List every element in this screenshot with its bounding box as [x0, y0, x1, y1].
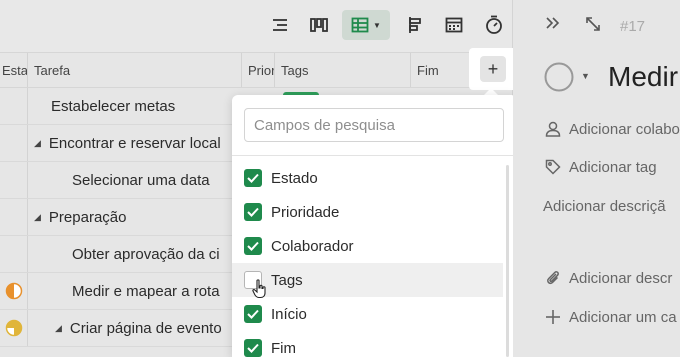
option-label: Fim — [271, 339, 296, 357]
calendar-view-icon[interactable] — [442, 10, 466, 40]
task-name: Criar página de evento — [69, 319, 222, 337]
option-label: Tags — [271, 271, 303, 289]
timer-icon[interactable] — [482, 10, 506, 40]
status-cell[interactable] — [0, 273, 28, 309]
add-description-field[interactable]: Adicionar descriçã — [543, 195, 666, 217]
column-header-tags[interactable]: Tags — [275, 53, 411, 87]
task-detail-pane: #17 ▼ Medir Adicionar colabo Adicionar t… — [513, 0, 680, 357]
dropdown-scrollbar[interactable] — [506, 165, 509, 357]
option-label: Colaborador — [271, 237, 354, 255]
task-title[interactable]: Medir — [608, 61, 678, 93]
checkbox-checked[interactable] — [244, 339, 262, 357]
option-colaborador[interactable]: Colaborador — [232, 229, 503, 263]
checkbox-checked[interactable] — [244, 237, 262, 255]
task-name: Medir e mapear a rota — [72, 282, 220, 300]
plus-icon: + — [480, 56, 506, 82]
column-header-task[interactable]: Tarefa — [28, 53, 242, 87]
dropdown-pointer — [484, 88, 498, 95]
add-attachment-button[interactable]: Adicionar descr — [543, 267, 672, 289]
status-three-quarter-icon[interactable] — [5, 319, 23, 337]
status-cell[interactable] — [0, 199, 28, 235]
collapse-caret-icon[interactable]: ◢ — [55, 323, 62, 334]
field-search-input[interactable] — [244, 108, 504, 142]
table-header: Esta Tarefa Prior Tags Fim — [0, 52, 512, 88]
divider — [232, 155, 517, 156]
status-circle-icon[interactable] — [544, 62, 574, 97]
collapse-caret-icon[interactable]: ◢ — [34, 212, 41, 223]
task-id: #17 — [620, 18, 646, 35]
column-picker-dropdown: Estado Prioridade Colaborador Tags Iníci… — [232, 95, 517, 357]
gantt-view-icon[interactable] — [403, 10, 427, 40]
person-icon — [543, 121, 563, 137]
column-header-end[interactable]: Fim — [411, 53, 469, 87]
view-toolbar: ▼ — [0, 0, 512, 52]
checkbox-checked[interactable] — [244, 169, 262, 187]
column-header-status[interactable]: Esta — [0, 53, 28, 87]
status-cell[interactable] — [0, 125, 28, 161]
expand-icon[interactable] — [585, 16, 601, 37]
checkbox-checked[interactable] — [244, 203, 262, 221]
status-cell[interactable] — [0, 162, 28, 198]
task-name: Encontrar e reservar local — [48, 134, 221, 152]
list-view-icon[interactable] — [268, 10, 292, 40]
hand-cursor-icon — [252, 279, 266, 299]
task-name: Estabelecer metas — [51, 97, 176, 115]
checkbox-checked[interactable] — [244, 305, 262, 323]
add-collaborator-button[interactable]: Adicionar colabo — [543, 118, 680, 140]
option-label: Estado — [271, 169, 318, 187]
option-label: Prioridade — [271, 203, 340, 221]
add-tag-button[interactable]: Adicionar tag — [543, 156, 657, 178]
grid-view-icon[interactable]: ▼ — [342, 10, 390, 40]
paperclip-icon — [543, 269, 563, 287]
chevron-down-icon[interactable]: ▼ — [581, 71, 590, 81]
task-name: Obter aprovação da ci — [72, 245, 220, 263]
plus-icon — [543, 309, 563, 325]
option-inicio[interactable]: Início — [232, 297, 503, 331]
option-fim[interactable]: Fim — [232, 331, 503, 357]
add-column-button[interactable]: + — [469, 48, 517, 90]
task-name: Selecionar uma data — [72, 171, 210, 189]
option-prioridade[interactable]: Prioridade — [232, 195, 503, 229]
status-cell[interactable] — [0, 310, 28, 346]
column-header-priority[interactable]: Prior — [242, 53, 275, 87]
status-half-icon[interactable] — [5, 282, 23, 300]
tag-icon — [543, 159, 563, 175]
status-cell[interactable] — [0, 88, 28, 124]
add-field-button[interactable]: Adicionar um ca — [543, 306, 677, 328]
chevron-down-icon: ▼ — [373, 20, 381, 30]
option-label: Início — [271, 305, 307, 323]
collapse-pane-icon[interactable] — [545, 16, 561, 35]
option-tags[interactable]: Tags — [232, 263, 503, 299]
collapse-caret-icon[interactable]: ◢ — [34, 138, 41, 149]
option-estado[interactable]: Estado — [232, 161, 503, 195]
board-view-icon[interactable] — [306, 10, 332, 40]
task-name: Preparação — [48, 208, 127, 226]
status-cell[interactable] — [0, 236, 28, 272]
